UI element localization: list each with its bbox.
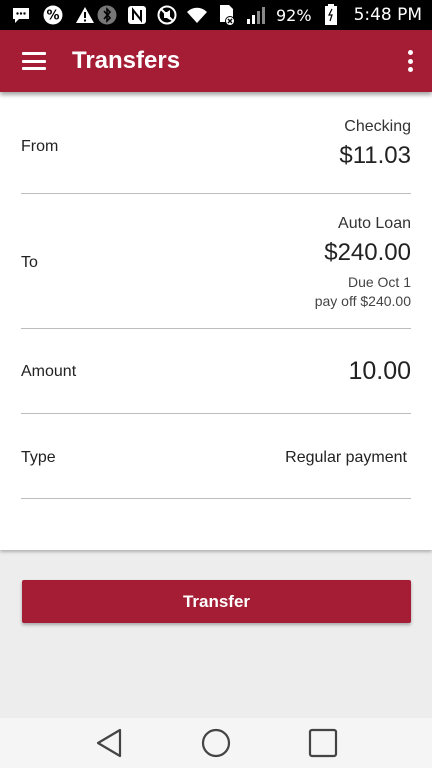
transfer-form: From Checking $11.03 To Auto Loan $240.0… <box>0 92 432 550</box>
home-icon[interactable] <box>198 725 234 761</box>
app-bar: Transfers <box>0 30 432 92</box>
due-date: Due Oct 1 <box>347 274 411 290</box>
to-account-name: Auto Loan <box>338 215 411 232</box>
message-icon <box>10 4 32 26</box>
type-label: Type <box>21 449 56 466</box>
status-bar: % 92% 5:48 PM <box>0 0 432 30</box>
from-label: From <box>21 138 59 155</box>
amount-field[interactable]: 10.00 <box>348 357 411 386</box>
sim-icon <box>216 4 238 26</box>
status-time: 5:48 PM <box>353 5 423 25</box>
bluetooth-icon <box>96 4 118 26</box>
wifi-icon <box>186 4 208 26</box>
amount-row[interactable]: Amount 10.00 <box>21 329 411 414</box>
payoff-amount: pay off $240.00 <box>314 293 411 309</box>
battery-icon <box>320 4 342 26</box>
mute-icon <box>156 4 178 26</box>
type-row[interactable]: Type Regular payment <box>21 414 411 499</box>
to-label: To <box>21 254 38 271</box>
status-right-icons: 92% 5:48 PM <box>96 4 422 26</box>
to-account-info: Auto Loan $240.00 Due Oct 1 pay off $240… <box>315 215 411 311</box>
type-value[interactable]: Regular payment <box>285 449 407 467</box>
percent-icon: % <box>42 4 64 26</box>
from-account-name: Checking <box>344 118 411 135</box>
page-title: Transfers <box>72 47 181 74</box>
status-left-icons: % <box>10 4 96 26</box>
transfer-button[interactable]: Transfer <box>22 580 411 623</box>
recents-icon[interactable] <box>305 725 341 761</box>
svg-text:%: % <box>46 9 59 24</box>
warning-icon <box>74 4 96 26</box>
to-account-row[interactable]: To Auto Loan $240.00 Due Oct 1 pay off $… <box>21 194 411 329</box>
from-account-row[interactable]: From Checking $11.03 <box>21 92 411 194</box>
amount-label: Amount <box>21 363 77 380</box>
back-icon[interactable] <box>91 725 127 761</box>
battery-percent: 92% <box>276 5 312 25</box>
more-options-icon[interactable] <box>406 50 414 72</box>
from-account-balance: $11.03 <box>339 142 411 169</box>
from-account-info: Checking $11.03 <box>339 118 411 170</box>
navigation-bar <box>0 718 432 768</box>
to-account-balance: $240.00 <box>324 239 411 266</box>
nfc-icon <box>126 4 148 26</box>
menu-icon[interactable] <box>22 52 46 70</box>
signal-icon <box>246 4 268 26</box>
